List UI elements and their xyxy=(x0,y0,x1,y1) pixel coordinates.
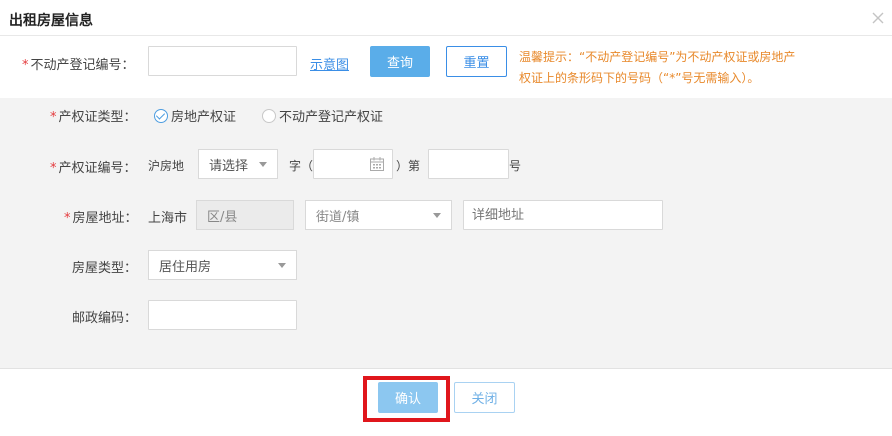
cert-number-input[interactable] xyxy=(428,149,509,179)
reset-button[interactable]: 重置 xyxy=(446,46,507,77)
postal-code-label: 邮政编码： xyxy=(72,311,138,326)
registration-label: * 不动产登记编号： xyxy=(22,58,135,73)
cert-number-select[interactable]: 请选择 xyxy=(198,149,278,179)
dialog-title: 出租房屋信息 xyxy=(9,13,93,29)
district-select[interactable]: 区/县 xyxy=(196,200,294,230)
footer-divider xyxy=(0,368,892,369)
address-city: 上海市 xyxy=(148,211,188,226)
radio-unchecked-icon xyxy=(262,108,276,123)
calendar-icon[interactable] xyxy=(369,156,385,172)
address-label: * 房屋地址： xyxy=(64,211,138,226)
cert-type-radio-real-estate[interactable]: 房地产权证 xyxy=(154,106,236,125)
diagram-link[interactable]: 示意图 xyxy=(310,54,349,73)
street-select[interactable]: 街道/镇 xyxy=(305,200,452,230)
zi-label: 字（ xyxy=(289,159,314,173)
house-type-label: 房屋类型： xyxy=(72,261,138,276)
close-button[interactable]: 关闭 xyxy=(454,382,515,413)
chevron-down-icon xyxy=(259,162,267,167)
cert-type-label: * 产权证类型： xyxy=(50,110,137,125)
close-icon[interactable] xyxy=(870,10,886,26)
detail-address-input[interactable] xyxy=(463,200,663,230)
cert-number-label: * 产权证编号： xyxy=(50,161,137,176)
registration-number-input[interactable] xyxy=(148,46,297,76)
cert-type-radio-property-registration[interactable]: 不动产登记产权证 xyxy=(262,106,383,125)
cert-year-input[interactable] xyxy=(313,149,393,179)
confirm-button[interactable]: 确认 xyxy=(378,382,438,413)
cert-number-prefix: 沪房地 xyxy=(148,159,185,173)
chevron-down-icon xyxy=(278,263,286,268)
postal-code-input[interactable] xyxy=(148,300,297,330)
di-label: ）第 xyxy=(396,159,421,173)
tip-text: 温馨提示：“不动产登记编号”为不动产权证或房地产 权证上的条形码下的号码（“*”… xyxy=(519,50,796,85)
chevron-down-icon xyxy=(433,213,441,218)
header-divider xyxy=(0,35,892,36)
query-button[interactable]: 查询 xyxy=(370,46,430,77)
hao-label: 号 xyxy=(509,159,522,173)
house-type-select[interactable]: 居住用房 xyxy=(148,250,297,280)
form-body xyxy=(0,98,892,368)
radio-checked-icon xyxy=(154,108,168,123)
